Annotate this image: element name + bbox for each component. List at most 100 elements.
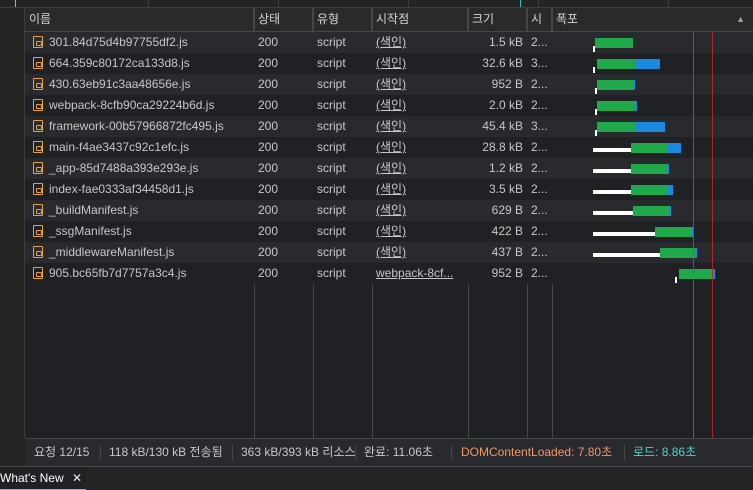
request-initiator-link[interactable]: (색인) (372, 221, 468, 242)
request-type: script (317, 161, 346, 175)
summary-divider (624, 445, 625, 460)
request-name: _buildManifest.js (49, 203, 139, 217)
finish-time: 완료: 11.06초 (364, 445, 433, 459)
request-initiator-link[interactable]: (색인) (372, 242, 468, 263)
request-initiator-link[interactable]: webpack-8cf... (372, 263, 468, 284)
request-initiator-link[interactable]: (색인) (372, 116, 468, 137)
waterfall-bar-receiving (631, 164, 667, 174)
request-type: script (317, 35, 346, 49)
request-name: main-f4ae3437c92c1efc.js (49, 140, 190, 154)
request-name: _ssgManifest.js (49, 224, 132, 238)
close-icon[interactable]: ✕ (72, 467, 82, 490)
overview-gridline (538, 0, 539, 8)
waterfall-bar-downloading (695, 248, 697, 258)
request-status: 200 (258, 77, 279, 91)
request-time: 3... (531, 119, 548, 133)
left-gutter (0, 8, 25, 438)
request-name: 664.359c80172ca133d8.js (49, 56, 190, 70)
request-initiator-link[interactable]: (색인) (372, 95, 468, 116)
request-name-cell[interactable]: webpack-8cfb90ca29224b6d.js (25, 95, 254, 116)
request-type: script (317, 77, 346, 91)
table-row[interactable]: 430.63eb91c3aa48656e.js 200 script (색인) … (25, 74, 753, 95)
request-initiator-link[interactable]: (색인) (372, 179, 468, 200)
request-name-cell[interactable]: 905.bc65fb7d7757a3c4.js (25, 263, 254, 284)
column-header-waterfall[interactable]: 폭포 ▲ (552, 8, 753, 32)
column-header-initiator[interactable]: 시작점 (372, 8, 468, 32)
request-time: 2... (531, 224, 548, 238)
request-initiator-link[interactable]: (색인) (372, 200, 468, 221)
request-initiator-link[interactable]: (색인) (372, 137, 468, 158)
column-header-name[interactable]: 이름 (25, 8, 254, 32)
script-file-icon (33, 36, 43, 48)
request-name-cell[interactable]: _app-85d7488a393e293e.js (25, 158, 254, 179)
request-initiator-link[interactable]: (색인) (372, 53, 468, 74)
request-time: 2... (531, 203, 548, 217)
request-size: 437 B (491, 245, 523, 259)
request-name-cell[interactable]: index-fae0333af34458d1.js (25, 179, 254, 200)
waterfall-bar-downloading (667, 143, 681, 153)
request-type: script (317, 119, 346, 133)
script-file-icon (33, 78, 43, 90)
request-size: 629 B (491, 203, 523, 217)
overview-timeline[interactable] (0, 0, 753, 8)
request-status: 200 (258, 56, 279, 70)
request-size: 1.2 kB (488, 161, 523, 175)
request-time: 2... (531, 266, 548, 280)
network-request-table: 이름 상태 유형 시작점 크기 시 폭포 ▲ 301.84d75d4b97755… (25, 8, 753, 438)
load-time: 로드: 8.86초 (633, 445, 697, 459)
request-name-cell[interactable]: main-f4ae3437c92c1efc.js (25, 137, 254, 158)
table-row[interactable]: 301.84d75d4b97755df2.js 200 script (색인) … (25, 32, 753, 53)
tab-whats-new[interactable]: What's New ✕ (0, 467, 86, 490)
request-initiator-link[interactable]: (색인) (372, 158, 468, 179)
request-time: 2... (531, 245, 548, 259)
waterfall-bar-downloading (633, 80, 635, 90)
resources-size: 363 kB/393 kB 리소스 (241, 445, 356, 459)
waterfall-bar-downloading (636, 59, 660, 69)
column-header-type[interactable]: 유형 (313, 8, 372, 32)
overview-gridline (148, 0, 149, 8)
request-time: 3... (531, 56, 548, 70)
request-initiator-link[interactable]: (색인) (372, 32, 468, 53)
request-initiator-link[interactable]: (색인) (372, 74, 468, 95)
transferred-size: 118 kB/130 kB 전송됨 (109, 445, 223, 459)
column-header-status[interactable]: 상태 (254, 8, 313, 32)
request-time: 2... (531, 161, 548, 175)
request-name-cell[interactable]: _middlewareManifest.js (25, 242, 254, 263)
waterfall-start-tick (593, 67, 595, 73)
request-name-cell[interactable]: 430.63eb91c3aa48656e.js (25, 74, 254, 95)
request-type: script (317, 182, 346, 196)
waterfall-bar-downloading (635, 101, 637, 111)
request-name-cell[interactable]: _ssgManifest.js (25, 221, 254, 242)
request-type: script (317, 266, 346, 280)
table-row[interactable]: 905.bc65fb7d7757a3c4.js 200 script webpa… (25, 263, 753, 284)
script-file-icon (33, 246, 43, 258)
script-file-icon (33, 204, 43, 216)
script-file-icon (33, 225, 43, 237)
column-header-size[interactable]: 크기 (468, 8, 527, 32)
request-type: script (317, 98, 346, 112)
overview-marker-teal (520, 0, 521, 7)
request-status: 200 (258, 245, 279, 259)
domcontentloaded-line (693, 32, 694, 438)
summary-divider (355, 445, 356, 460)
waterfall-bar-downloading (636, 122, 665, 132)
request-name-cell[interactable]: _buildManifest.js (25, 200, 254, 221)
sort-ascending-icon[interactable]: ▲ (736, 8, 745, 30)
request-status: 200 (258, 182, 279, 196)
table-row[interactable]: webpack-8cfb90ca29224b6d.js 200 script (… (25, 95, 753, 116)
column-header-time[interactable]: 시 (527, 8, 552, 32)
waterfall-bar-receiving (597, 59, 636, 69)
request-size: 1.5 kB (488, 35, 523, 49)
waterfall-bar-waiting (593, 169, 631, 173)
request-status: 200 (258, 266, 279, 280)
table-header: 이름 상태 유형 시작점 크기 시 폭포 ▲ (25, 8, 753, 32)
script-file-icon (33, 120, 43, 132)
request-time: 2... (531, 35, 548, 49)
request-name-cell[interactable]: framework-00b57966872fc495.js (25, 116, 254, 137)
waterfall-bar-downloading (713, 269, 715, 279)
summary-divider (100, 445, 101, 460)
drawer-tabbar: What's New ✕ (0, 466, 753, 490)
waterfall-bar-receiving (655, 227, 691, 237)
request-name-cell[interactable]: 301.84d75d4b97755df2.js (25, 32, 254, 53)
request-name-cell[interactable]: 664.359c80172ca133d8.js (25, 53, 254, 74)
